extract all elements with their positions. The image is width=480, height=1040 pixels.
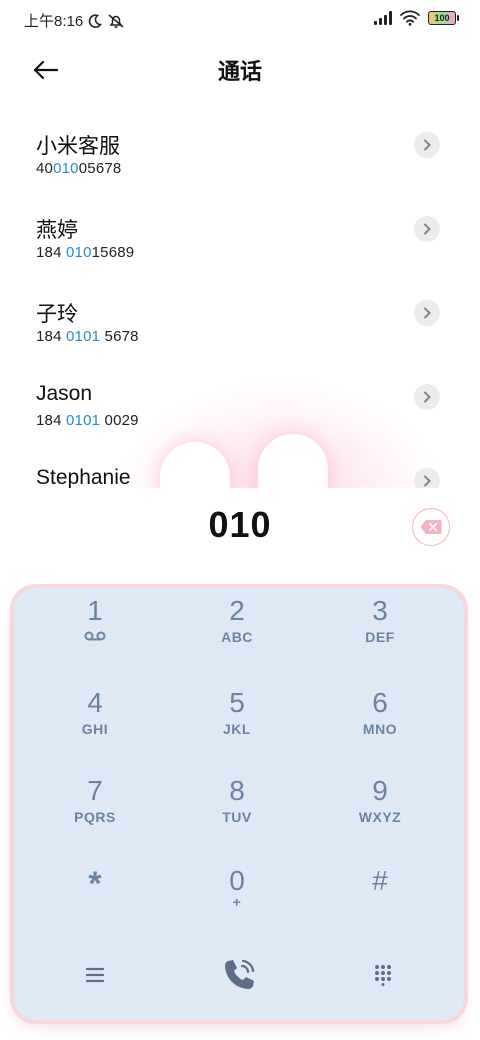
key-3[interactable]: 3 DEF [315, 596, 445, 676]
key-5[interactable]: 5 JKL [172, 688, 302, 768]
signal-icon [374, 11, 392, 25]
mute-bell-icon [108, 13, 124, 28]
matched-digits: 010 [66, 244, 92, 261]
dialpad-icon [375, 965, 391, 986]
contact-name: 燕婷 [36, 219, 78, 242]
contact-detail-button[interactable] [414, 468, 440, 488]
chevron-right-icon [424, 223, 431, 235]
contact-name: 小米客服 [36, 135, 120, 158]
contact-item[interactable]: Stephanie [0, 448, 480, 488]
chevron-right-icon [424, 391, 431, 403]
contact-item[interactable]: 子玲 184 0101 5678 [0, 280, 480, 364]
menu-icon [85, 967, 105, 983]
status-bar: 上午8:16 100 [0, 0, 480, 40]
key-0[interactable]: 0 + [172, 866, 302, 946]
call-icon [225, 959, 255, 989]
contact-detail-button[interactable] [414, 132, 440, 158]
key-7[interactable]: 7 PQRS [30, 776, 160, 856]
wifi-icon [400, 10, 420, 26]
chevron-right-icon [424, 475, 431, 487]
contact-number: 4001005678 [36, 160, 122, 177]
backspace-button[interactable] [412, 508, 450, 546]
contact-number: 184 0101 0029 [36, 412, 139, 429]
top-app-bar: 通话 [0, 44, 480, 94]
menu-button[interactable] [65, 950, 125, 1000]
key-1[interactable]: 1 [30, 596, 160, 676]
voicemail-icon [84, 631, 106, 641]
page-title: 通话 [217, 59, 262, 84]
matched-digits: 0101 [66, 412, 101, 429]
contact-name: 子玲 [36, 303, 78, 326]
key-star[interactable]: * [30, 866, 160, 946]
backspace-icon [420, 520, 442, 534]
contact-detail-button[interactable] [414, 384, 440, 410]
key-hash[interactable]: # [315, 866, 445, 946]
contact-name: Stephanie [36, 466, 131, 488]
key-9[interactable]: 9 WXYZ [315, 776, 445, 856]
contact-number: 184 01015689 [36, 244, 135, 261]
status-right: 100 [374, 10, 459, 26]
dialpad-toggle-button[interactable] [353, 950, 413, 1000]
dialed-number-display: 010 [208, 504, 272, 545]
chevron-right-icon [424, 139, 431, 151]
battery-icon: 100 [428, 11, 459, 25]
status-time: 上午8:16 [24, 13, 84, 30]
contact-name: Jason [36, 382, 93, 405]
contact-number: 184 0101 5678 [36, 328, 139, 345]
key-2[interactable]: 2 ABC [172, 596, 302, 676]
moon-icon [88, 13, 103, 28]
contact-item[interactable]: 燕婷 184 01015689 [0, 196, 480, 280]
matched-digits: 010 [53, 160, 79, 177]
key-4[interactable]: 4 GHI [30, 688, 160, 768]
contact-detail-button[interactable] [414, 216, 440, 242]
matched-digits: 0101 [66, 328, 101, 345]
key-8[interactable]: 8 TUV [172, 776, 302, 856]
contact-item[interactable]: 小米客服 4001005678 [0, 112, 480, 196]
contact-item[interactable]: Jason 184 0101 0029 [0, 364, 480, 448]
call-button[interactable] [209, 950, 269, 1000]
chevron-right-icon [424, 307, 431, 319]
key-6[interactable]: 6 MNO [315, 688, 445, 768]
dial-pad: 1 2 ABC 3 DEF 4 GHI 5 JKL 6 MNO 7 PQRS 8 TUV 9W… [14, 588, 464, 1020]
contact-detail-button[interactable] [414, 300, 440, 326]
status-left: 上午8:16 [24, 10, 125, 31]
contact-suggestion-list[interactable]: 小米客服 4001005678 燕婷 184 01015689 子玲 184 0… [0, 112, 480, 488]
